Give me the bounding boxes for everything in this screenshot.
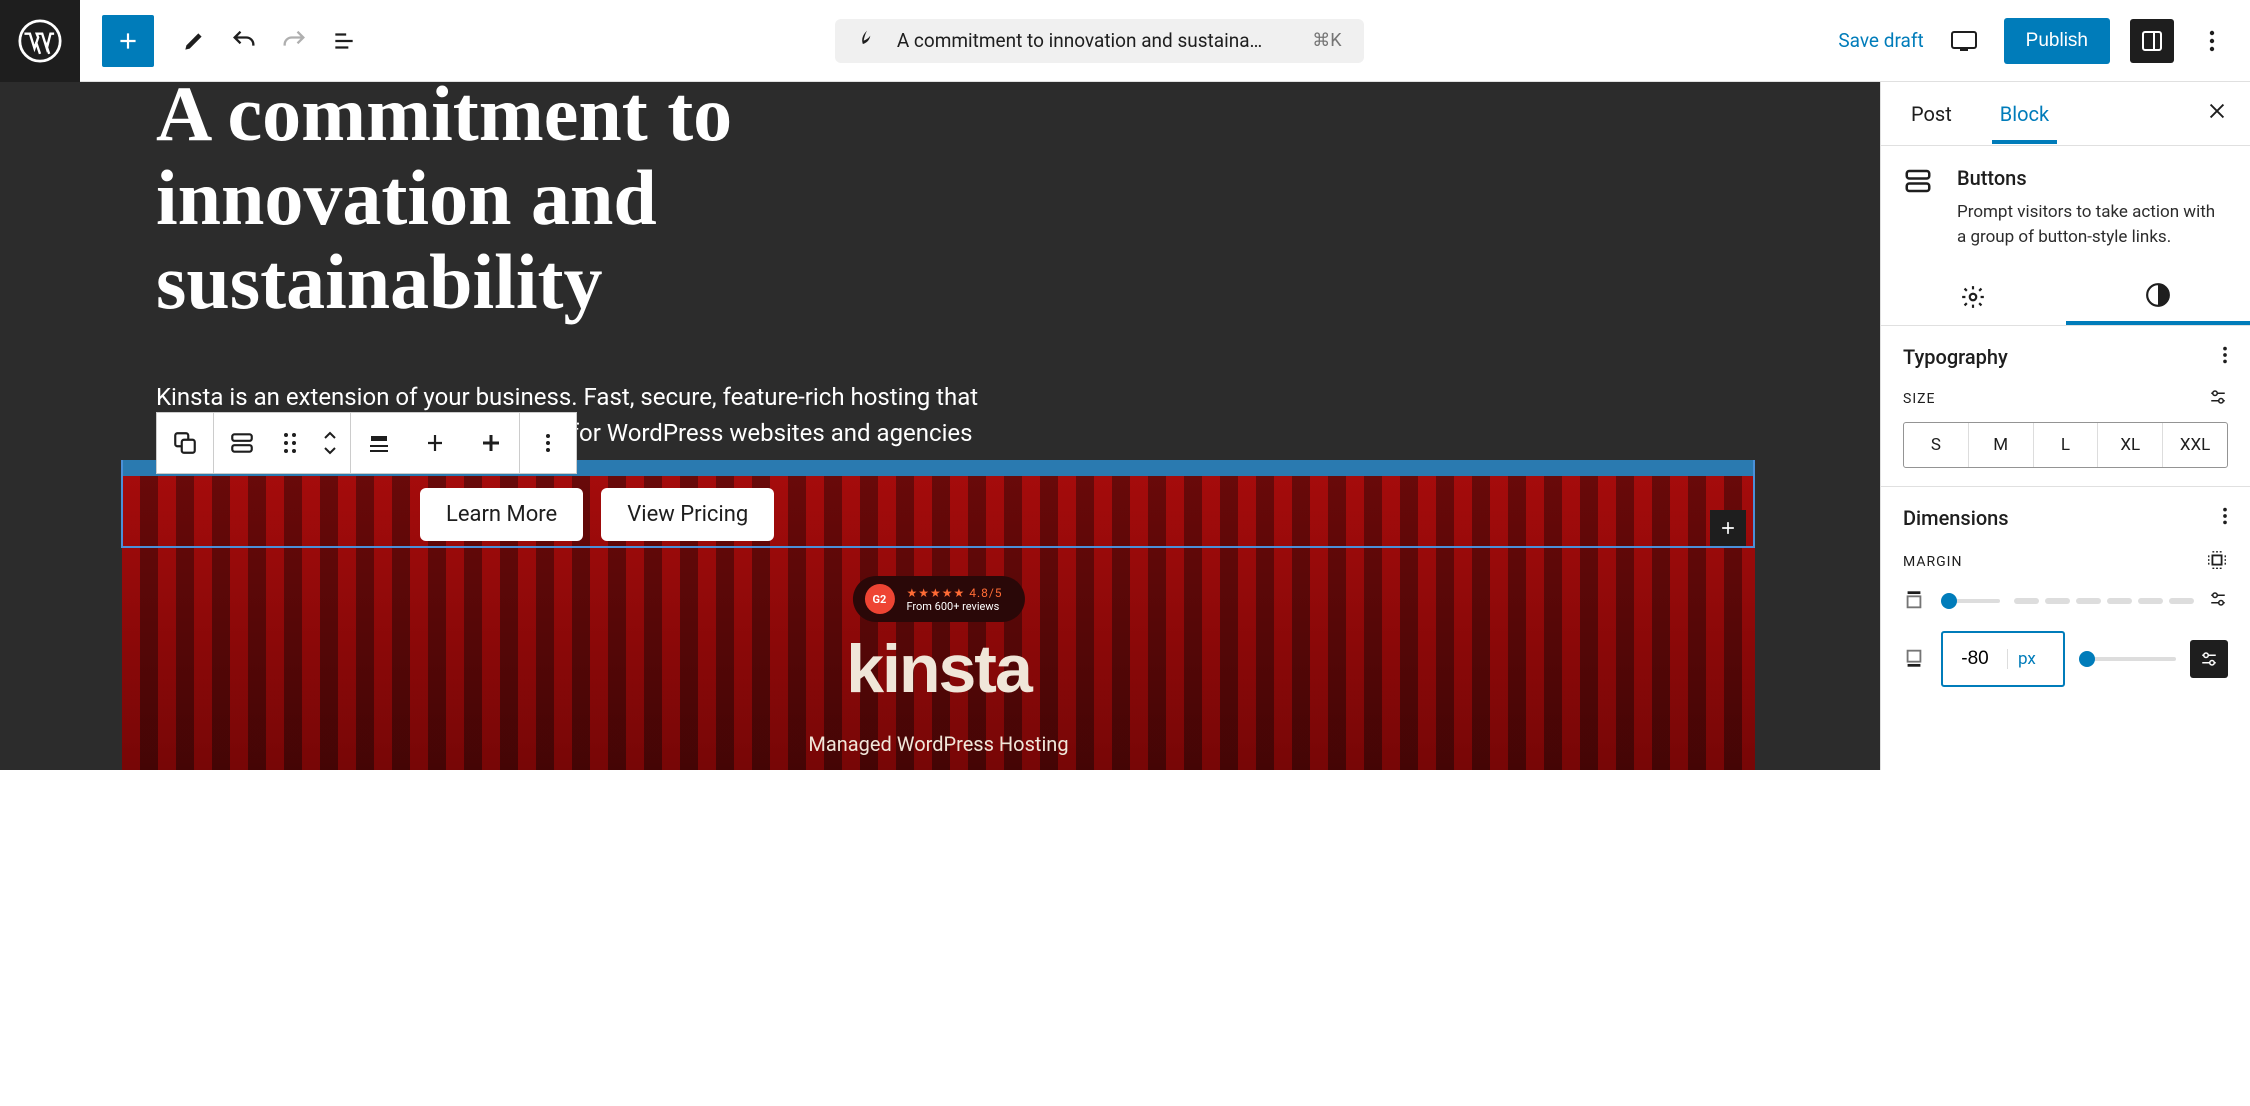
typography-section-title: Typography [1903,345,2008,369]
add-button-inline[interactable] [1710,510,1746,546]
dimensions-section-title: Dimensions [1903,506,2009,530]
margin-top-side-icon [1903,589,1927,613]
align-icon[interactable] [351,413,407,473]
move-up-down-icon[interactable] [310,413,350,473]
size-s[interactable]: S [1904,423,1969,467]
margin-sides-icon[interactable] [2206,549,2228,575]
block-card-description: Prompt visitors to take action with a gr… [1957,200,2228,249]
size-settings-icon[interactable] [2208,388,2228,410]
keyboard-shortcut: ⌘K [1312,30,1341,51]
dimensions-more-icon[interactable] [2222,505,2228,531]
settings-tab-icon[interactable] [1881,269,2066,325]
editor-canvas[interactable]: A commitment to innovation and sustainab… [0,82,1880,770]
g2-badge: G2 ★★★★★ 4.8/5 From 600+ reviews [852,576,1024,622]
justify-icon[interactable] [407,413,463,473]
wordpress-logo[interactable] [0,0,80,82]
block-card: Buttons Prompt visitors to take action w… [1881,146,2250,269]
styles-tab-icon[interactable] [2066,269,2250,325]
font-size-presets: S M L XL XXL [1903,422,2228,468]
margin-label: MARGIN [1903,554,1962,570]
view-pricing-button[interactable]: View Pricing [601,488,774,541]
edit-tool-icon[interactable] [178,25,210,57]
settings-sidebar: Post Block Buttons Prompt visitors to ta… [1880,82,2250,770]
document-title-pill[interactable]: A commitment to innovation and sustaina…… [835,19,1364,63]
select-parent-icon[interactable] [157,413,213,473]
margin-bottom-input[interactable]: px [1941,631,2065,687]
block-card-title: Buttons [1957,166,2228,190]
margin-unit[interactable]: px [2007,649,2048,669]
typography-more-icon[interactable] [2222,344,2228,370]
size-m[interactable]: M [1969,423,2034,467]
block-more-options-icon[interactable] [520,413,576,473]
g2-logo-icon: G2 [864,584,894,614]
vertical-align-icon[interactable] [463,413,519,473]
block-toolbar [156,412,577,474]
document-overview-icon[interactable] [328,25,360,57]
document-title: A commitment to innovation and sustaina… [897,29,1262,52]
redo-icon[interactable] [278,25,310,57]
margin-top-slider[interactable] [1941,599,2000,603]
g2-rating: ★★★★★ 4.8/5 [906,586,1002,600]
publish-button[interactable]: Publish [2004,18,2110,64]
margin-custom-toggle[interactable] [2190,640,2228,678]
page-title[interactable]: A commitment to innovation and sustainab… [156,82,1056,325]
learn-more-button[interactable]: Learn More [420,488,583,541]
size-label: SIZE [1903,391,1935,407]
undo-icon[interactable] [228,25,260,57]
size-l[interactable]: L [2034,423,2099,467]
buttons-block-icon[interactable] [214,413,270,473]
save-draft-link[interactable]: Save draft [1838,29,1923,52]
more-options-icon[interactable] [2194,23,2230,59]
close-sidebar-icon[interactable] [2206,100,2228,128]
size-xxl[interactable]: XXL [2163,423,2227,467]
margin-bottom-side-icon [1903,647,1927,671]
drag-handle-icon[interactable] [270,413,310,473]
margin-top-custom-icon[interactable] [2208,590,2228,612]
g2-reviews-sub: From 600+ reviews [906,600,1002,613]
leaf-icon [857,27,877,55]
settings-sidebar-toggle[interactable] [2130,19,2174,63]
preview-device-icon[interactable] [1944,21,1984,61]
add-block-button[interactable] [102,15,154,67]
margin-value-field[interactable] [1943,648,2007,670]
buttons-block-card-icon [1903,166,1939,249]
kinsta-logo: kinsta [846,630,1031,708]
margin-bottom-slider[interactable] [2079,657,2176,661]
tab-post[interactable]: Post [1903,84,1960,144]
kinsta-tagline: Managed WordPress Hosting [808,732,1068,756]
tab-block[interactable]: Block [1992,84,2057,144]
size-xl[interactable]: XL [2098,423,2163,467]
editor-top-toolbar: A commitment to innovation and sustaina…… [0,0,2250,82]
buttons-block[interactable]: Learn More View Pricing [420,488,774,541]
